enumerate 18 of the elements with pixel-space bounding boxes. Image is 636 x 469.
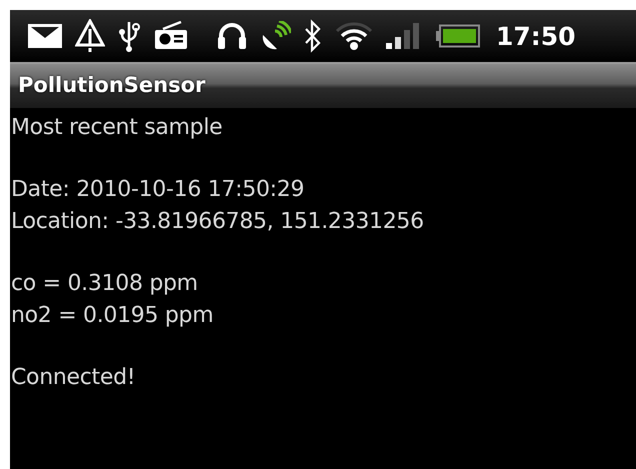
app-title: PollutionSensor (18, 72, 206, 100)
satellite-dish-icon (261, 21, 291, 51)
warning-icon (75, 19, 105, 53)
text-line: no2 = 0.0195 ppm (11, 302, 214, 330)
clock-time: 17:50 (496, 24, 576, 48)
mail-icon (28, 24, 62, 48)
text-line: co = 0.3108 ppm (11, 270, 198, 298)
text-line: Location: -33.81966785, 151.2331256 (11, 208, 424, 236)
signal-icon (386, 22, 422, 50)
text-line: Date: 2010-10-16 17:50:29 (11, 176, 304, 204)
bluetooth-icon (304, 19, 322, 53)
text-line: Most recent sample (11, 114, 222, 142)
text-line: Connected! (11, 364, 136, 392)
radio-icon (153, 21, 189, 51)
headphones-icon (216, 21, 248, 51)
wifi-icon (335, 21, 373, 51)
battery-icon (435, 24, 481, 48)
usb-icon (118, 20, 140, 52)
